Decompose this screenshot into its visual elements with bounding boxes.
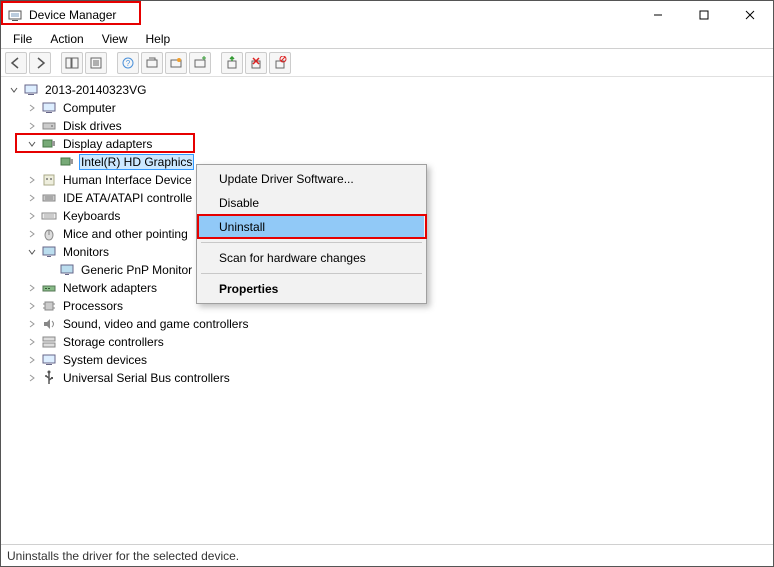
monitor-icon <box>41 244 57 260</box>
menubar: File Action View Help <box>1 29 773 49</box>
storage-icon <box>41 334 57 350</box>
keyboard-icon <box>41 208 57 224</box>
forward-button[interactable] <box>29 52 51 74</box>
statusbar: Uninstalls the driver for the selected d… <box>1 544 773 566</box>
system-icon <box>41 352 57 368</box>
ide-icon <box>41 190 57 206</box>
tree-label: Mice and other pointing <box>61 227 190 241</box>
network-icon <box>41 280 57 296</box>
close-button[interactable] <box>727 1 773 29</box>
tree-label: Intel(R) HD Graphics <box>79 154 194 170</box>
menu-file[interactable]: File <box>5 30 40 48</box>
display-adapter-icon <box>41 136 57 152</box>
separator <box>201 273 422 274</box>
tree-label: Display adapters <box>61 137 154 151</box>
hid-icon <box>41 172 57 188</box>
menu-view[interactable]: View <box>94 30 136 48</box>
uninstall-toolbar-button[interactable] <box>245 52 267 74</box>
device-tree[interactable]: 2013-20140323VG Computer Disk drives Dis… <box>1 77 773 544</box>
chevron-right-icon[interactable] <box>25 317 39 331</box>
tree-label: Disk drives <box>61 119 124 133</box>
cm-scan[interactable]: Scan for hardware changes <box>199 246 424 270</box>
add-legacy-button[interactable] <box>189 52 211 74</box>
window-controls <box>635 1 773 29</box>
tree-label: Storage controllers <box>61 335 166 349</box>
properties-button[interactable] <box>85 52 107 74</box>
tree-label: Processors <box>61 299 125 313</box>
chevron-right-icon[interactable] <box>25 119 39 133</box>
tree-system[interactable]: System devices <box>7 351 773 369</box>
window-title: Device Manager <box>29 8 116 22</box>
menu-help[interactable]: Help <box>138 30 179 48</box>
processor-icon <box>41 298 57 314</box>
tree-label: System devices <box>61 353 149 367</box>
tree-sound[interactable]: Sound, video and game controllers <box>7 315 773 333</box>
tree-label: Monitors <box>61 245 111 259</box>
chevron-right-icon[interactable] <box>25 227 39 241</box>
tree-label: Universal Serial Bus controllers <box>61 371 232 385</box>
show-hide-tree-button[interactable] <box>61 52 83 74</box>
show-hidden-button[interactable] <box>165 52 187 74</box>
cm-uninstall[interactable]: Uninstall <box>199 215 424 239</box>
tree-label: 2013-20140323VG <box>43 83 148 97</box>
titlebar: Device Manager <box>1 1 773 29</box>
chevron-right-icon[interactable] <box>25 101 39 115</box>
tree-computer[interactable]: Computer <box>7 99 773 117</box>
status-text: Uninstalls the driver for the selected d… <box>7 549 239 563</box>
tree-storage[interactable]: Storage controllers <box>7 333 773 351</box>
tree-diskdrives[interactable]: Disk drives <box>7 117 773 135</box>
tree-usb[interactable]: Universal Serial Bus controllers <box>7 369 773 387</box>
device-manager-window: Device Manager File Action View Help ? <box>0 0 774 567</box>
chevron-down-icon[interactable] <box>25 245 39 259</box>
mouse-icon <box>41 226 57 242</box>
update-driver-button[interactable] <box>221 52 243 74</box>
minimize-button[interactable] <box>635 1 681 29</box>
chevron-right-icon[interactable] <box>25 209 39 223</box>
sound-icon <box>41 316 57 332</box>
chevron-right-icon[interactable] <box>25 173 39 187</box>
chevron-right-icon[interactable] <box>25 299 39 313</box>
chevron-down-icon[interactable] <box>7 83 21 97</box>
help-button[interactable]: ? <box>117 52 139 74</box>
maximize-button[interactable] <box>681 1 727 29</box>
context-menu: Update Driver Software... Disable Uninst… <box>196 164 427 304</box>
tree-label: Network adapters <box>61 281 159 295</box>
tree-label: Keyboards <box>61 209 122 223</box>
chevron-right-icon[interactable] <box>25 335 39 349</box>
chevron-right-icon[interactable] <box>25 281 39 295</box>
tree-label: Generic PnP Monitor <box>79 263 194 277</box>
tree-root[interactable]: 2013-20140323VG <box>7 81 773 99</box>
monitor-icon <box>59 262 75 278</box>
tree-displayadapters[interactable]: Display adapters <box>7 135 773 153</box>
separator <box>201 242 422 243</box>
chevron-right-icon[interactable] <box>25 371 39 385</box>
chevron-down-icon[interactable] <box>25 137 39 151</box>
disable-toolbar-button[interactable] <box>269 52 291 74</box>
display-adapter-icon <box>59 154 75 170</box>
app-icon <box>7 7 23 23</box>
tree-label: Computer <box>61 101 118 115</box>
menu-action[interactable]: Action <box>42 30 91 48</box>
computer-icon <box>23 82 39 98</box>
tree-label: Human Interface Device <box>61 173 194 187</box>
disk-icon <box>41 118 57 134</box>
chevron-right-icon[interactable] <box>25 191 39 205</box>
chevron-right-icon[interactable] <box>25 353 39 367</box>
back-button[interactable] <box>5 52 27 74</box>
scan-button[interactable] <box>141 52 163 74</box>
cm-update-driver[interactable]: Update Driver Software... <box>199 167 424 191</box>
computer-icon <box>41 100 57 116</box>
svg-text:?: ? <box>126 59 131 68</box>
usb-icon <box>41 370 57 386</box>
tree-label: IDE ATA/ATAPI controlle <box>61 191 194 205</box>
tree-label: Sound, video and game controllers <box>61 317 250 331</box>
cm-disable[interactable]: Disable <box>199 191 424 215</box>
toolbar: ? <box>1 49 773 77</box>
cm-properties[interactable]: Properties <box>199 277 424 301</box>
